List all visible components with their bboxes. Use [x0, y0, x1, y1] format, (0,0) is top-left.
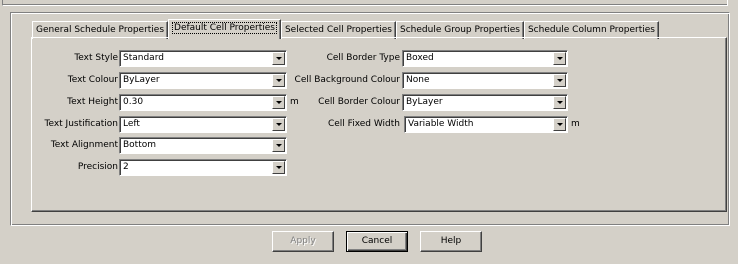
cell-fixed-width-value: Variable Width — [408, 119, 474, 129]
text-colour-label-row: Text Colour — [30, 72, 118, 89]
cell-border-type-value: Boxed — [406, 53, 434, 63]
text-style-select[interactable]: Standard — [119, 50, 287, 67]
chevron-down-icon[interactable] — [553, 74, 566, 87]
chevron-down-icon[interactable] — [272, 139, 285, 152]
cell-border-colour-label-row: Cell Border Colour — [290, 94, 400, 111]
text-height-label: Text Height — [67, 97, 118, 107]
tab-strip: General Schedule Properties Default Cell… — [32, 19, 659, 39]
chevron-down-icon[interactable] — [272, 74, 285, 87]
chevron-down-icon[interactable] — [272, 52, 285, 65]
cell-border-colour-value: ByLayer — [406, 97, 443, 107]
help-button[interactable]: Help — [420, 231, 482, 252]
chevron-down-icon[interactable] — [272, 96, 285, 109]
text-style-label: Text Style — [74, 53, 118, 63]
text-style-label-row: Text Style — [30, 50, 118, 67]
cell-border-colour-select[interactable]: ByLayer — [402, 94, 568, 111]
text-justification-value: Left — [123, 119, 140, 129]
text-alignment-value: Bottom — [123, 140, 157, 150]
tab-label: Selected Cell Properties — [284, 25, 392, 35]
text-colour-value: ByLayer — [123, 75, 160, 85]
text-justification-select[interactable]: Left — [119, 116, 287, 133]
text-alignment-label-row: Text Alignment — [30, 137, 118, 154]
cell-fixed-width-select[interactable]: Variable Width — [404, 116, 568, 133]
top-panel-inset — [2, 0, 728, 6]
cell-background-colour-select[interactable]: None — [402, 72, 568, 89]
text-justification-label: Text Justification — [44, 119, 118, 129]
chevron-down-icon[interactable] — [553, 96, 566, 109]
top-panel — [0, 0, 738, 9]
chevron-down-icon[interactable] — [553, 52, 566, 65]
cell-border-colour-label: Cell Border Colour — [318, 97, 400, 107]
precision-label-row: Precision — [30, 159, 118, 176]
apply-button[interactable]: Apply — [272, 231, 334, 252]
text-height-select[interactable]: 0.30 — [119, 94, 287, 111]
precision-select[interactable]: 2 — [119, 159, 287, 176]
chevron-down-icon[interactable] — [553, 118, 566, 131]
chevron-down-icon[interactable] — [272, 118, 285, 131]
cell-border-type-label-row: Cell Border Type — [290, 50, 400, 67]
text-colour-label: Text Colour — [67, 75, 118, 85]
cell-background-colour-value: None — [406, 75, 430, 85]
cell-border-type-select[interactable]: Boxed — [402, 50, 568, 67]
precision-value: 2 — [123, 162, 129, 172]
cell-fixed-width-label-row: Cell Fixed Width — [290, 116, 400, 133]
text-justification-label-row: Text Justification — [20, 116, 118, 133]
precision-label: Precision — [77, 162, 118, 172]
text-height-label-row: Text Height — [30, 94, 118, 111]
chevron-down-icon[interactable] — [272, 161, 285, 174]
cell-fixed-width-unit: m — [571, 119, 580, 129]
tab-label: Schedule Column Properties — [527, 25, 655, 35]
cancel-button[interactable]: Cancel — [346, 231, 408, 252]
cell-background-colour-label: Cell Background Colour — [294, 75, 400, 85]
text-style-value: Standard — [123, 53, 164, 63]
cell-background-colour-label-row: Cell Background Colour — [290, 72, 400, 89]
tab-label: Schedule Group Properties — [400, 25, 520, 35]
text-colour-select[interactable]: ByLayer — [119, 72, 287, 89]
cell-border-type-label: Cell Border Type — [326, 53, 400, 63]
text-alignment-label: Text Alignment — [50, 140, 118, 150]
text-height-value: 0.30 — [123, 97, 144, 107]
cell-fixed-width-label: Cell Fixed Width — [327, 119, 400, 129]
tab-label: Default Cell Properties — [172, 22, 277, 34]
text-alignment-select[interactable]: Bottom — [119, 137, 287, 154]
tab-default-cell-properties[interactable]: Default Cell Properties — [168, 19, 281, 39]
tab-label: General Schedule Properties — [36, 25, 165, 35]
